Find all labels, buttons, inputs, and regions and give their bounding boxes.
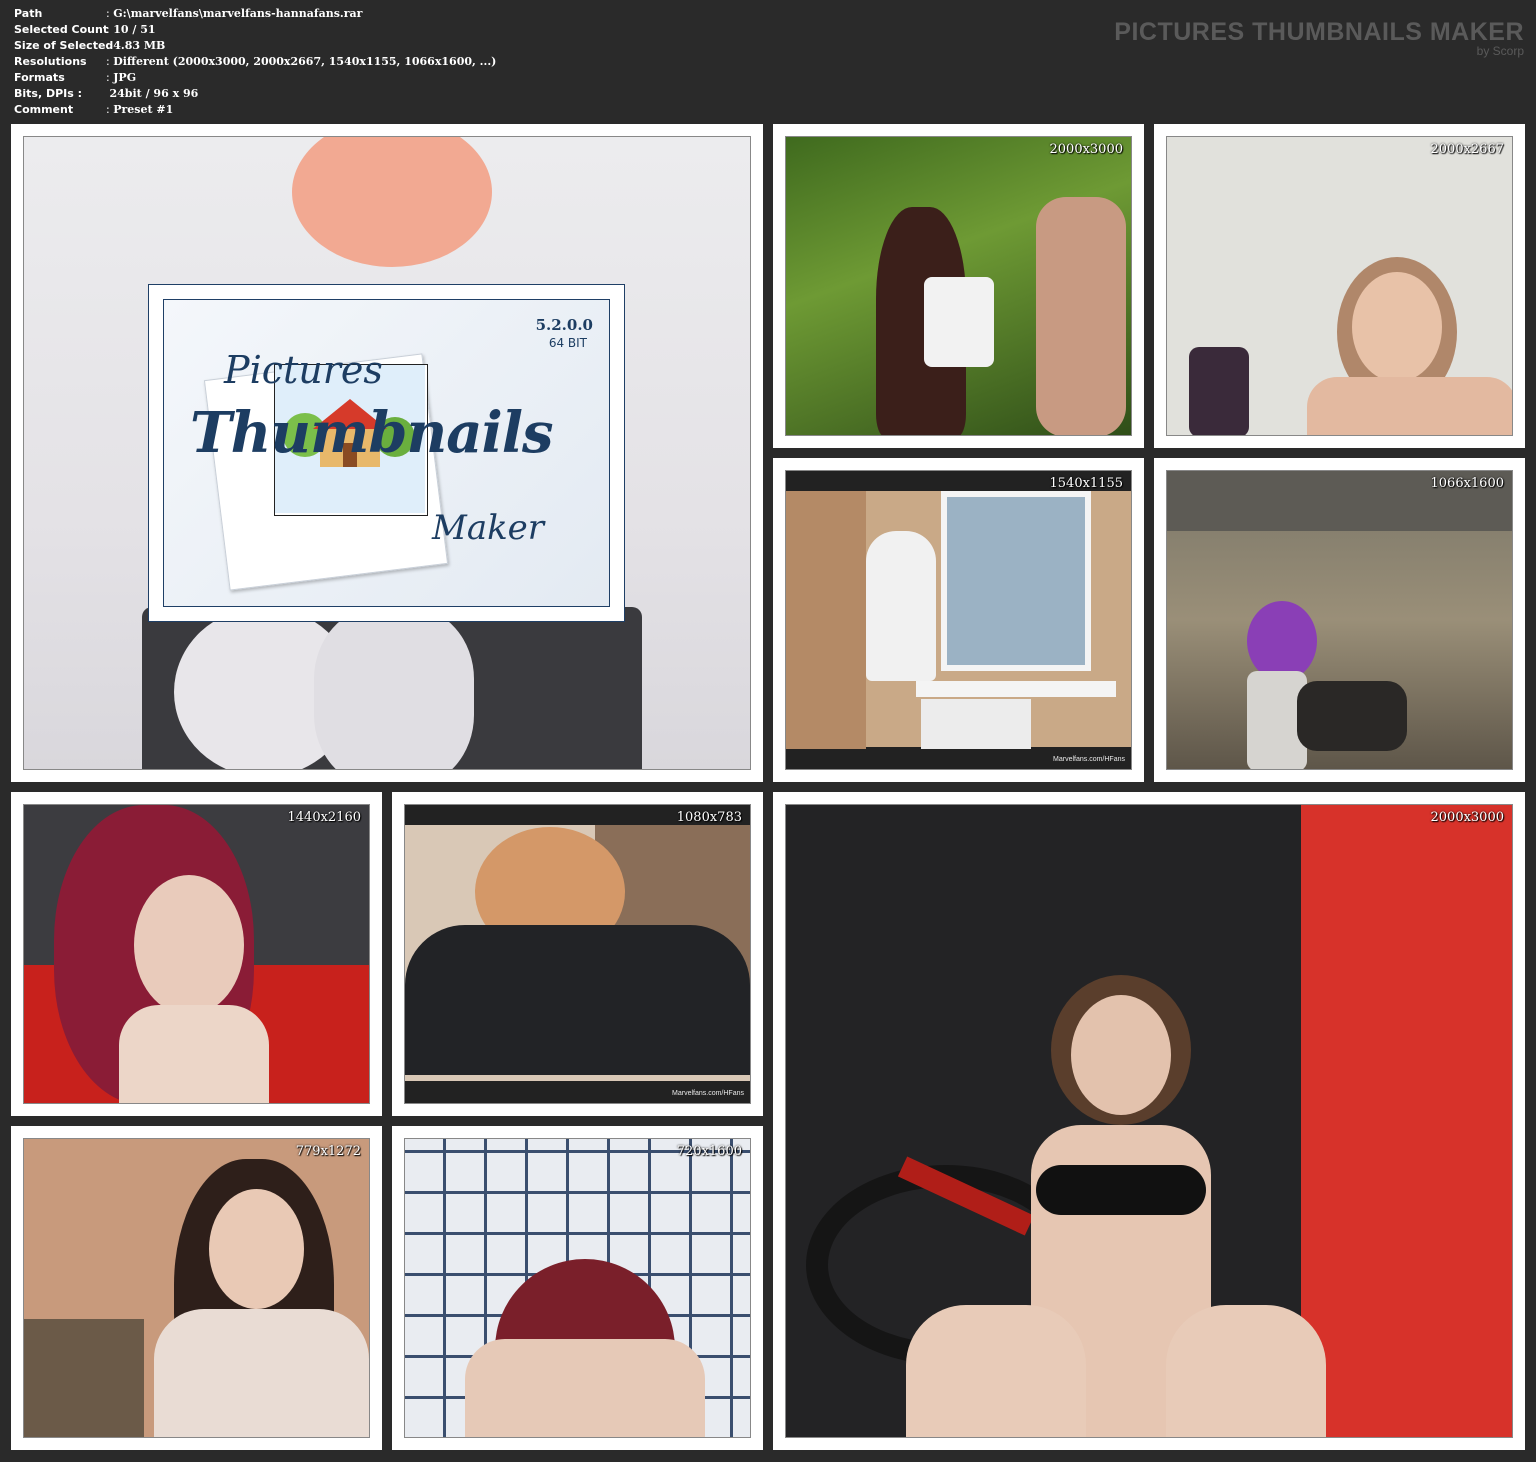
info-row-bits: Bits, DPIs : 24bit / 96 x 96 <box>14 86 496 102</box>
leg-shape <box>906 1305 1086 1437</box>
face-shape <box>1071 995 1171 1115</box>
cover-photo: 5.2.0.0 64 BIT Pictures Thumbnails Maker <box>23 136 751 770</box>
info-sep: : <box>106 39 110 52</box>
shirt-shape <box>866 531 936 681</box>
top-shape <box>1036 1165 1206 1215</box>
info-val-path: G:\marvelfans\marvelfans-hannafans.rar <box>113 7 363 20</box>
thumbnail-card-cover[interactable]: 5.2.0.0 64 BIT Pictures Thumbnails Maker <box>11 124 763 782</box>
logo-bits: 64 BIT <box>548 336 587 350</box>
dresser-shape <box>24 1319 144 1437</box>
resolution-label: 779x1272 <box>295 1144 361 1159</box>
brand-title: PICTURES THUMBNAILS MAKER <box>1114 18 1524 46</box>
info-row-size: Size of Selected: 4.83 MB <box>14 38 496 54</box>
info-key-path: Path <box>14 7 43 20</box>
resolution-label: 1080x783 <box>676 810 742 825</box>
info-key-count: Selected Count <box>14 23 109 36</box>
sweater-shape <box>154 1309 369 1437</box>
info-val-size: 4.83 MB <box>113 39 166 52</box>
watermark: Marvelfans.com/HFans <box>1053 756 1125 763</box>
brand: PICTURES THUMBNAILS MAKER by Scorp <box>1114 18 1524 58</box>
leg-shape <box>314 607 474 769</box>
thumbnail-card[interactable]: 1540x1155 Marvelfans.com/HFans <box>773 458 1144 782</box>
logo-word-thumbnails: Thumbnails <box>190 400 554 466</box>
leg-shape <box>1166 1305 1326 1437</box>
thumbnail-photo: 779x1272 <box>23 1138 370 1438</box>
resolution-label: 720x1600 <box>676 1144 742 1159</box>
hair-shape <box>292 137 492 267</box>
thumbnail-card[interactable]: 1066x1600 <box>1154 458 1525 782</box>
info-row-formats: Formats: JPG <box>14 70 496 86</box>
resolution-label: 2000x2667 <box>1430 142 1505 157</box>
garment-shape <box>1189 347 1249 435</box>
thumbnail-card[interactable]: 720x1600 <box>392 1126 763 1450</box>
app-logo: 5.2.0.0 64 BIT Pictures Thumbnails Maker <box>148 284 625 622</box>
thumbnail-photo: 1066x1600 <box>1166 470 1513 770</box>
info-row-resolutions: Resolutions: Different (2000x3000, 2000x… <box>14 54 496 70</box>
info-key-comment: Comment <box>14 103 74 116</box>
info-val-comment: Preset #1 <box>113 103 174 116</box>
logo-word-pictures: Pictures <box>224 348 383 392</box>
info-sep: : <box>106 23 110 36</box>
truck-door-shape <box>1301 805 1512 1437</box>
thumbnail-card[interactable]: 1080x783 Marvelfans.com/HFans <box>392 792 763 1116</box>
thumbnail-card[interactable]: 2000x3000 <box>773 124 1144 448</box>
logo-word-maker: Maker <box>432 508 545 548</box>
body-shape <box>119 1005 269 1103</box>
info-table: Path: G:\marvelfans\marvelfans-hannafans… <box>14 6 496 118</box>
thumbnail-card[interactable]: 1440x2160 <box>11 792 382 1116</box>
face-shape <box>1352 272 1442 382</box>
info-val-formats: JPG <box>113 71 137 84</box>
info-row-comment: Comment: Preset #1 <box>14 102 496 118</box>
info-row-count: Selected Count: 10 / 51 <box>14 22 496 38</box>
info-row-path: Path: G:\marvelfans\marvelfans-hannafans… <box>14 6 496 22</box>
thumbnail-photo: 2000x3000 <box>785 804 1513 1438</box>
info-key-resolutions: Resolutions <box>14 55 87 68</box>
info-key-formats: Formats <box>14 71 65 84</box>
wallpaper-shape <box>786 491 866 749</box>
hair-shape <box>1247 601 1317 681</box>
info-val-bits: 24bit / 96 x 96 <box>109 87 199 100</box>
info-key-size: Size of Selected <box>14 39 114 52</box>
legs-shape <box>405 925 750 1075</box>
thumbnail-photo: 1440x2160 <box>23 804 370 1104</box>
info-sep: : <box>106 103 110 116</box>
resolution-label: 2000x3000 <box>1430 810 1505 825</box>
resolution-label: 1066x1600 <box>1430 476 1505 491</box>
info-sep: : <box>106 7 110 20</box>
thumbnail-photo: 2000x3000 <box>785 136 1132 436</box>
window-shape <box>941 491 1091 671</box>
info-sep: : <box>106 55 110 68</box>
face-shape <box>134 875 244 1015</box>
watermark: Marvelfans.com/HFans <box>672 1090 744 1097</box>
body-shape <box>1307 377 1512 435</box>
legs-shape <box>1297 681 1407 751</box>
info-key-bits: Bits, DPIs : <box>14 87 83 100</box>
info-val-count: 10 / 51 <box>113 23 156 36</box>
top-shape <box>924 277 994 367</box>
resolution-label: 2000x3000 <box>1049 142 1124 157</box>
info-val-resolutions: Different (2000x3000, 2000x2667, 1540x11… <box>113 55 497 68</box>
thumbnail-photo: 2000x2667 <box>1166 136 1513 436</box>
logo-version: 5.2.0.0 <box>535 316 593 334</box>
arm-shape <box>1036 197 1126 435</box>
sill-shape <box>916 681 1116 697</box>
logo-panel: 5.2.0.0 64 BIT Pictures Thumbnails Maker <box>163 299 610 607</box>
info-sep: : <box>106 71 110 84</box>
resolution-label: 1440x2160 <box>287 810 362 825</box>
resolution-label: 1540x1155 <box>1049 476 1124 491</box>
thumbnail-card[interactable]: 2000x3000 <box>773 792 1525 1450</box>
thumbnail-card[interactable]: 779x1272 <box>11 1126 382 1450</box>
thumbnail-photo: 1540x1155 Marvelfans.com/HFans <box>785 470 1132 770</box>
body-shape <box>465 1339 705 1437</box>
thumbnail-photo: 1080x783 Marvelfans.com/HFans <box>404 804 751 1104</box>
radiator-shape <box>921 699 1031 749</box>
thumbnail-photo: 720x1600 <box>404 1138 751 1438</box>
face-shape <box>209 1189 304 1309</box>
info-header: Path: G:\marvelfans\marvelfans-hannafans… <box>0 0 1536 122</box>
thumbnail-card[interactable]: 2000x2667 <box>1154 124 1525 448</box>
